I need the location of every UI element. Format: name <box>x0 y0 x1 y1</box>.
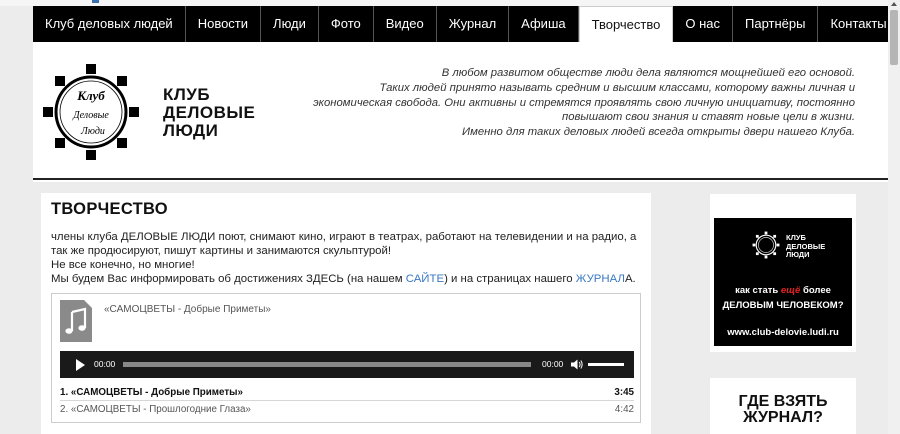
svg-text:Деловые: Деловые <box>72 110 109 121</box>
track-label: 2. «САМОЦВЕТЫ - Прошлогодние Глаза» <box>60 404 251 415</box>
nav-item-magazine[interactable]: Журнал <box>437 6 510 42</box>
ad-tagline: как стать ещё более <box>735 285 831 296</box>
nav-item-about[interactable]: О нас <box>673 6 734 42</box>
player-controls: 00:00 00:00 <box>60 351 634 378</box>
magazine-link[interactable]: ЖУРНАЛ <box>576 273 625 285</box>
ad-tagline-2: ДЕЛОВЫМ ЧЕЛОВЕКОМ? <box>722 300 844 311</box>
content-area: ТВОРЧЕСТВО члены клуба ДЕЛОВЫЕ ЛЮДИ поют… <box>33 182 888 434</box>
play-icon[interactable] <box>76 359 85 371</box>
article: ТВОРЧЕСТВО члены клуба ДЕЛОВЫЕ ЛЮДИ поют… <box>41 193 651 434</box>
tab-indicator <box>92 0 99 3</box>
track-duration: 4:42 <box>614 404 634 415</box>
club-logo[interactable]: Клуб Деловые Люди <box>41 62 141 162</box>
playlist-track[interactable]: 2. «САМОЦВЕТЫ - Прошлогодние Глаза» 4:42 <box>60 402 634 418</box>
article-text: члены клуба ДЕЛОВЫЕ ЛЮДИ поют, снимают к… <box>51 230 651 286</box>
sidebar-heading: ГДЕ ВЗЯТЬ ЖУРНАЛ? <box>738 393 828 426</box>
duration-time: 00:00 <box>542 359 564 369</box>
where-to-get-magazine: ГДЕ ВЗЯТЬ ЖУРНАЛ? <box>710 378 856 434</box>
nav-item-events[interactable]: Афиша <box>509 6 579 42</box>
page-title: ТВОРЧЕСТВО <box>51 200 168 218</box>
track-duration: 3:45 <box>614 387 634 398</box>
volume-icon[interactable] <box>570 358 583 371</box>
main-nav: Клуб деловых людей Новости Люди Фото Вид… <box>33 6 900 42</box>
article-line-links: Мы будем Вас информировать об достижения… <box>51 273 636 285</box>
scroll-up-icon[interactable] <box>891 2 897 6</box>
current-time: 00:00 <box>94 359 116 369</box>
nav-item-partners[interactable]: Партнёры <box>733 6 819 42</box>
playlist-track[interactable]: 1. «САМОЦВЕТЫ - Добрые Приметы» 3:45 <box>60 385 634 401</box>
ad-url: www.club-delovie.ludi.ru <box>727 327 839 338</box>
track-label: 1. «САМОЦВЕТЫ - Добрые Приметы» <box>60 387 243 398</box>
nav-item-creativity[interactable]: Творчество <box>578 6 674 42</box>
site-header: Клуб Деловые Люди КЛУБ ДЕЛОВЫЕ ЛЮДИ В лю… <box>33 42 888 180</box>
slogan: В любом развитом обществе люди дела явля… <box>313 67 855 139</box>
page: Клуб деловых людей Новости Люди Фото Вид… <box>33 6 900 434</box>
music-note-icon <box>60 300 92 342</box>
sidebar-ad-banner[interactable]: КЛУБ ДЕЛОВЫЕ ЛЮДИ как стать ещё более ДЕ… <box>710 194 856 352</box>
site-link[interactable]: САЙТЕ <box>406 273 444 285</box>
site-title: КЛУБ ДЕЛОВЫЕ ЛЮДИ <box>163 85 256 140</box>
nav-item-news[interactable]: Новости <box>186 6 262 42</box>
logo-text: Клуб <box>76 88 105 103</box>
nav-item-people[interactable]: Люди <box>261 6 319 42</box>
scroll-thumb[interactable] <box>890 10 898 65</box>
ad-club-title: КЛУБ ДЕЛОВЫЕ ЛЮДИ <box>786 233 826 259</box>
audio-player: «САМОЦВЕТЫ - Добрые Приметы» 00:00 00:00… <box>51 293 641 423</box>
scrollbar[interactable] <box>888 0 900 434</box>
nav-item-video[interactable]: Видео <box>374 6 437 42</box>
now-playing-title: «САМОЦВЕТЫ - Добрые Приметы» <box>104 304 271 315</box>
nav-item-club[interactable]: Клуб деловых людей <box>33 6 186 42</box>
volume-slider[interactable] <box>588 363 624 366</box>
progress-bar[interactable] <box>123 362 531 367</box>
svg-text:Люди: Люди <box>80 126 105 137</box>
ad-banner[interactable]: КЛУБ ДЕЛОВЫЕ ЛЮДИ как стать ещё более ДЕ… <box>714 218 852 346</box>
ad-club-logo <box>752 231 780 259</box>
nav-item-photo[interactable]: Фото <box>319 6 374 42</box>
